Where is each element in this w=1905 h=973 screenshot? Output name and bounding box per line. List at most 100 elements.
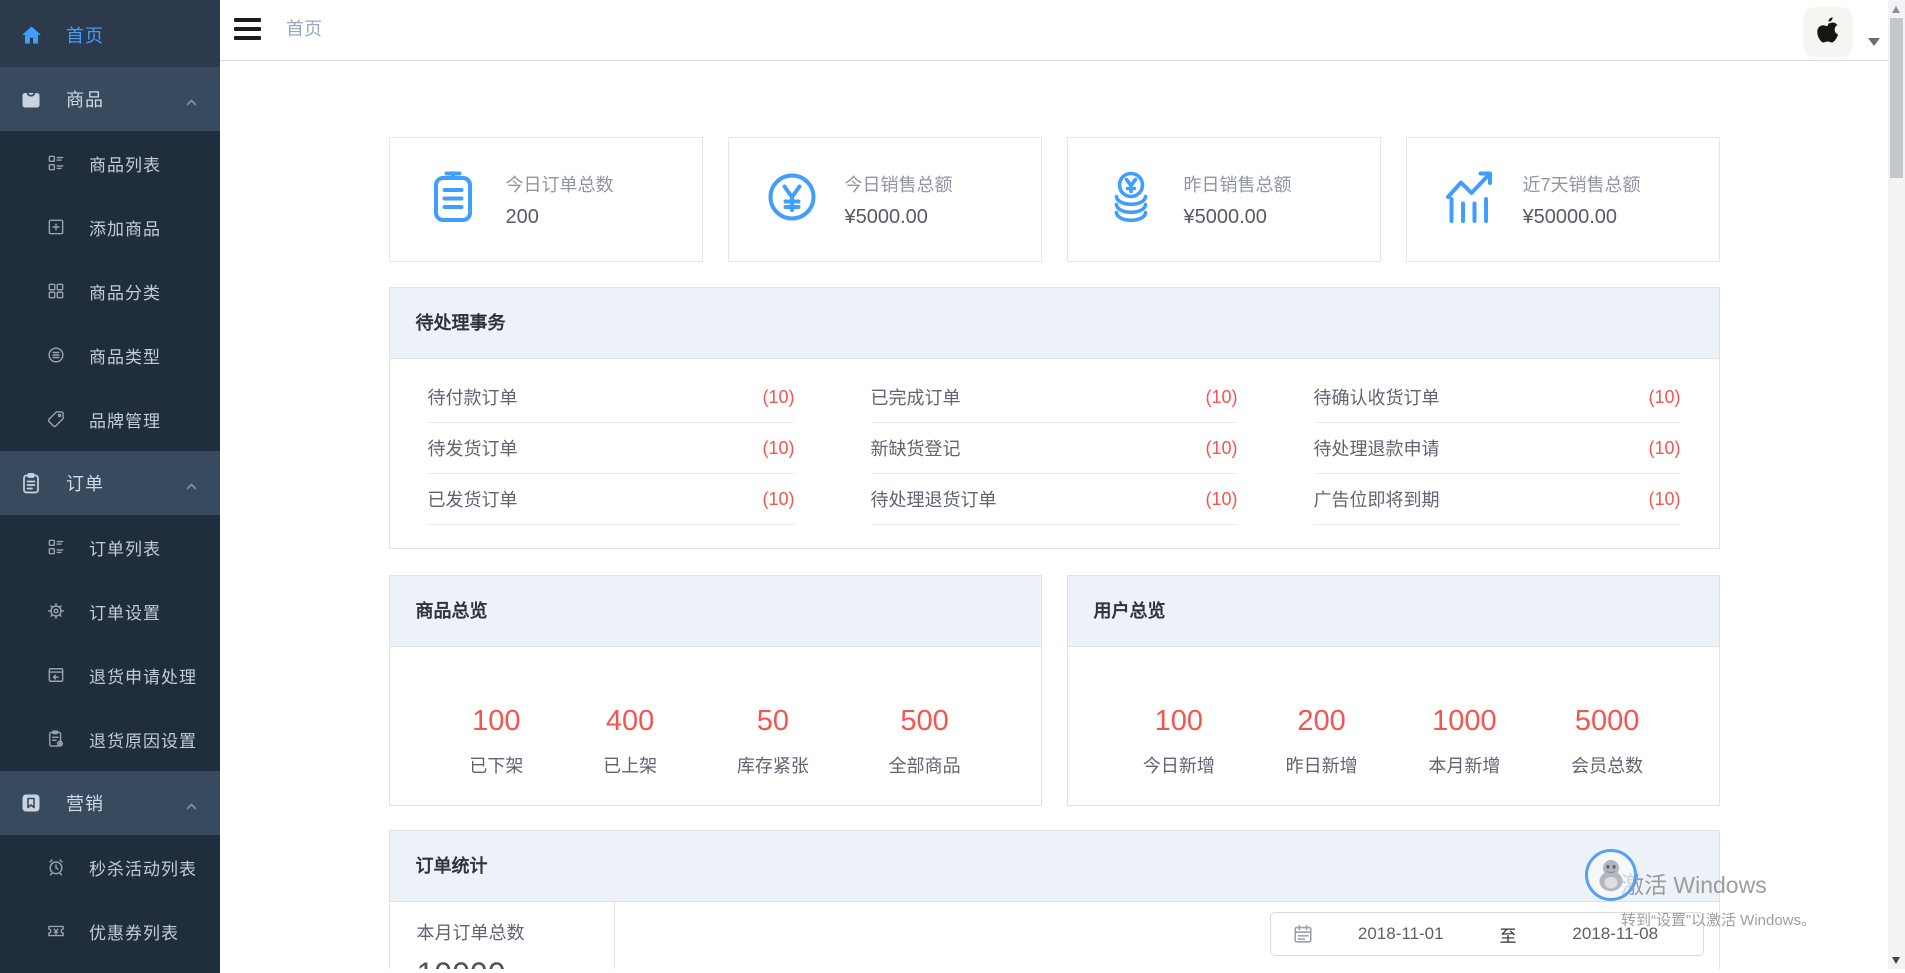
stat-card-label: 今日订单总数 bbox=[506, 171, 614, 197]
avatar[interactable] bbox=[1803, 7, 1853, 57]
todo-count: (10) bbox=[1648, 387, 1680, 408]
alarm-clock-icon bbox=[46, 857, 66, 877]
sidebar-group-label: 订单 bbox=[66, 470, 104, 496]
overview-stat: 5000会员总数 bbox=[1571, 705, 1643, 778]
sidebar-item-home[interactable]: 首页 bbox=[0, 3, 220, 67]
stat-card-sales-yesterday: 昨日销售总额 ¥5000.00 bbox=[1067, 137, 1381, 262]
gear-icon bbox=[46, 601, 66, 621]
topbar: 首页 bbox=[220, 0, 1888, 61]
clipboard-icon bbox=[19, 471, 43, 495]
circle-list-icon bbox=[46, 345, 66, 365]
sidebar-item-coupon-list[interactable]: 优惠券列表 bbox=[0, 899, 220, 963]
todo-count: (10) bbox=[1648, 438, 1680, 459]
sidebar-item-order-settings[interactable]: 订单设置 bbox=[0, 579, 220, 643]
order-stats-panel: 订单统计 本月订单总数 10000 2018-11-01 至 2018-11-0… bbox=[389, 830, 1720, 969]
clipboard-gear-icon bbox=[46, 729, 66, 749]
stat-card-value: ¥5000.00 bbox=[1184, 206, 1292, 229]
order-clipboard-icon bbox=[421, 165, 485, 234]
scrollbar-thumb[interactable] bbox=[1890, 18, 1903, 178]
chevron-down-icon[interactable] bbox=[1868, 38, 1880, 46]
sidebar-item-return-reason[interactable]: 退货原因设置 bbox=[0, 707, 220, 771]
stat-card-label: 近7天销售总额 bbox=[1523, 171, 1641, 197]
todo-item[interactable]: 已完成订单(10) bbox=[871, 372, 1238, 423]
yuan-circle-icon bbox=[760, 165, 824, 234]
stat-card-label: 昨日销售总额 bbox=[1184, 171, 1292, 197]
date-separator: 至 bbox=[1488, 922, 1528, 947]
stat-cards-row: 今日订单总数 200 今日销售总额 ¥5000.00 昨日销售总额 bbox=[389, 137, 1720, 262]
stat-card-sales-today: 今日销售总额 ¥5000.00 bbox=[728, 137, 1042, 262]
hamburger-icon[interactable] bbox=[234, 18, 261, 42]
date-range-picker[interactable]: 2018-11-01 至 2018-11-08 bbox=[1270, 912, 1704, 956]
breadcrumb[interactable]: 首页 bbox=[286, 0, 322, 59]
order-metric-label: 本月订单总数 bbox=[417, 919, 614, 945]
sidebar-item-order-list[interactable]: 订单列表 bbox=[0, 515, 220, 579]
overview-stat: 1000本月新增 bbox=[1428, 705, 1500, 778]
qq-penguin-icon[interactable] bbox=[1585, 849, 1637, 901]
sidebar-item-return-request[interactable]: 退货申请处理 bbox=[0, 643, 220, 707]
todo-item[interactable]: 新缺货登记(10) bbox=[871, 423, 1238, 474]
sidebar-item-add-product[interactable]: 添加商品 bbox=[0, 195, 220, 259]
home-icon bbox=[19, 23, 43, 47]
todo-panel-title: 待处理事务 bbox=[390, 288, 1719, 359]
sidebar-filler bbox=[0, 963, 220, 973]
stat-card-label: 今日销售总额 bbox=[845, 171, 953, 197]
sidebar-group-products[interactable]: 商品 bbox=[0, 67, 220, 131]
scrollbar-down-arrow-icon[interactable] bbox=[1892, 957, 1900, 964]
sidebar-item-product-category[interactable]: 商品分类 bbox=[0, 259, 220, 323]
stat-card-orders-today: 今日订单总数 200 bbox=[389, 137, 703, 262]
stat-card-value: ¥50000.00 bbox=[1523, 206, 1641, 229]
add-square-icon bbox=[46, 217, 66, 237]
sidebar-item-label: 品牌管理 bbox=[89, 407, 161, 432]
todo-count: (10) bbox=[762, 438, 794, 459]
todo-item[interactable]: 待处理退款申请(10) bbox=[1314, 423, 1681, 474]
todo-item[interactable]: 待付款订单(10) bbox=[428, 372, 795, 423]
todo-item[interactable]: 已发货订单(10) bbox=[428, 474, 795, 525]
sidebar-item-product-list[interactable]: 商品列表 bbox=[0, 131, 220, 195]
sidebar-group-marketing[interactable]: 营销 bbox=[0, 771, 220, 835]
todo-grid: 待付款订单(10) 已完成订单(10) 待确认收货订单(10) 待发货订单(10… bbox=[390, 359, 1719, 525]
date-start-value: 2018-11-01 bbox=[1314, 924, 1489, 944]
trend-chart-icon bbox=[1438, 165, 1502, 234]
todo-item[interactable]: 广告位即将到期(10) bbox=[1314, 474, 1681, 525]
sidebar-item-label: 商品列表 bbox=[89, 151, 161, 176]
coupon-icon bbox=[46, 921, 66, 941]
coins-stack-icon bbox=[1099, 165, 1163, 234]
chevron-up-icon bbox=[185, 94, 198, 112]
stat-card-value: 200 bbox=[506, 206, 614, 229]
tag-icon bbox=[46, 409, 66, 429]
sidebar-group-label: 营销 bbox=[66, 790, 104, 816]
order-metric-value: 10000 bbox=[417, 956, 614, 969]
chevron-up-icon bbox=[185, 478, 198, 496]
sidebar-item-label: 商品类型 bbox=[89, 343, 161, 368]
product-overview-title: 商品总览 bbox=[390, 576, 1041, 647]
bookmark-icon bbox=[19, 791, 43, 815]
shopping-bag-icon bbox=[19, 87, 43, 111]
sidebar-item-label: 订单设置 bbox=[89, 599, 161, 624]
todo-item[interactable]: 待确认收货订单(10) bbox=[1314, 372, 1681, 423]
sidebar-item-label: 首页 bbox=[66, 22, 104, 48]
product-overview-panel: 商品总览 100已下架 400已上架 50库存紧张 500全部商品 bbox=[389, 575, 1042, 806]
sidebar-item-label: 秒杀活动列表 bbox=[89, 855, 197, 880]
todo-count: (10) bbox=[762, 387, 794, 408]
sidebar-group-orders[interactable]: 订单 bbox=[0, 451, 220, 515]
todo-count: (10) bbox=[762, 489, 794, 510]
todo-count: (10) bbox=[1205, 489, 1237, 510]
sidebar-group-label: 商品 bbox=[66, 86, 104, 112]
overview-row: 商品总览 100已下架 400已上架 50库存紧张 500全部商品 用户总览 1… bbox=[389, 575, 1720, 806]
stat-card-sales-7days: 近7天销售总额 ¥50000.00 bbox=[1406, 137, 1720, 262]
todo-item[interactable]: 待处理退货订单(10) bbox=[871, 474, 1238, 525]
sidebar-item-flash-sale-list[interactable]: 秒杀活动列表 bbox=[0, 835, 220, 899]
vertical-scrollbar[interactable] bbox=[1888, 0, 1905, 969]
order-metric: 本月订单总数 10000 bbox=[390, 902, 615, 969]
sidebar: 首页 商品 商品列表 添加商品 商品分类 商品类型 bbox=[0, 0, 220, 969]
sidebar-item-product-type[interactable]: 商品类型 bbox=[0, 323, 220, 387]
chevron-up-icon bbox=[185, 798, 198, 816]
overview-stat: 50库存紧张 bbox=[737, 705, 809, 778]
order-stats-title: 订单统计 bbox=[390, 831, 1719, 902]
overview-stat: 100今日新增 bbox=[1143, 705, 1215, 778]
todo-item[interactable]: 待发货订单(10) bbox=[428, 423, 795, 474]
sidebar-item-label: 商品分类 bbox=[89, 279, 161, 304]
stat-card-value: ¥5000.00 bbox=[845, 206, 953, 229]
scrollbar-up-arrow-icon[interactable] bbox=[1892, 6, 1900, 13]
sidebar-item-brand-management[interactable]: 品牌管理 bbox=[0, 387, 220, 451]
